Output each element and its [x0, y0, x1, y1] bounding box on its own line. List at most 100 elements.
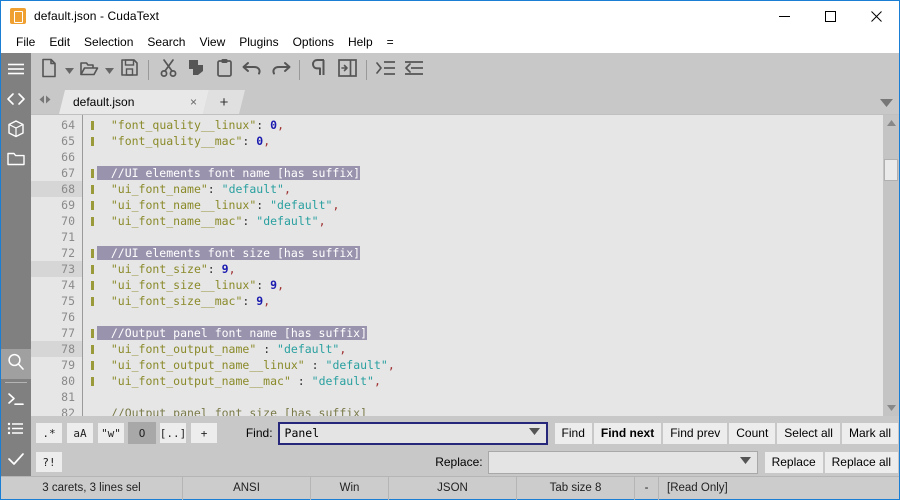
mark-all-button[interactable]: Mark all: [841, 422, 899, 445]
maximize-button[interactable]: [807, 1, 853, 31]
wrapped-search-toggle[interactable]: O: [128, 422, 156, 444]
scroll-up-button[interactable]: [883, 115, 899, 131]
code-line[interactable]: "ui_font_size__linux": 9,: [91, 277, 883, 293]
add-tab-button[interactable]: +: [203, 90, 245, 114]
sidebar-item-files[interactable]: [1, 146, 31, 176]
find-prev-button[interactable]: Find prev: [662, 422, 728, 445]
whole-words-toggle[interactable]: "w": [97, 422, 125, 444]
code-line[interactable]: "ui_font_output_name__mac" : "default",: [91, 373, 883, 389]
status-misc-flag[interactable]: -: [635, 477, 659, 500]
replace-input[interactable]: [488, 451, 758, 474]
copy-button[interactable]: [182, 56, 210, 84]
indent-increase-button[interactable]: [372, 56, 400, 84]
status-encoding[interactable]: ANSI: [183, 477, 311, 500]
tab-default-json[interactable]: default.json ×: [59, 90, 209, 114]
line-number: 66: [31, 149, 82, 165]
code-line[interactable]: "ui_font_name": "default",: [91, 181, 883, 197]
scrollbar-thumb[interactable]: [884, 159, 898, 181]
show-unprinted-button[interactable]: [305, 56, 333, 84]
menu-help[interactable]: Help: [341, 33, 380, 51]
line-number: 76: [31, 309, 82, 325]
save-file-button[interactable]: [115, 56, 143, 84]
sidebar-item-search[interactable]: [1, 349, 31, 379]
close-icon[interactable]: ×: [184, 95, 203, 109]
sidebar-item-project[interactable]: [1, 116, 31, 146]
status-lexer[interactable]: JSON: [389, 477, 517, 500]
select-all-button[interactable]: Select all: [776, 422, 841, 445]
scrollbar-track[interactable]: [883, 131, 899, 400]
new-file-button[interactable]: [35, 56, 63, 84]
vertical-scrollbar[interactable]: [883, 115, 899, 416]
line-number: 80: [31, 373, 82, 389]
code-line[interactable]: "ui_font_output_name" : "default",: [91, 341, 883, 357]
code-token: [97, 182, 111, 196]
status-tab-size[interactable]: Tab size 8: [517, 477, 635, 500]
menu-file[interactable]: File: [9, 33, 42, 51]
sidebar-item-code-tree[interactable]: [1, 86, 31, 116]
toggle-sidebar-button[interactable]: [333, 56, 361, 84]
editor-column: default.json × + 64656667686970717273747…: [31, 53, 899, 476]
sidebar-item-output[interactable]: [1, 416, 31, 446]
code-content[interactable]: "font_quality__linux": 0, "font_quality_…: [83, 115, 883, 416]
bookmark-marker: [91, 201, 94, 210]
menu-options[interactable]: Options: [286, 33, 341, 51]
code-token: "default": [326, 358, 388, 372]
sidebar-item-validate[interactable]: [1, 446, 31, 476]
menu-selection[interactable]: Selection: [77, 33, 140, 51]
close-button[interactable]: [853, 1, 899, 31]
code-line[interactable]: //UI elements font size [has suffix]: [91, 245, 883, 261]
code-line[interactable]: [91, 309, 883, 325]
code-line[interactable]: "ui_font_name__linux": "default",: [91, 197, 883, 213]
new-file-icon: [40, 58, 58, 83]
find-next-button[interactable]: Find next: [593, 422, 662, 445]
status-line-ends[interactable]: Win: [311, 477, 389, 500]
new-file-dropdown[interactable]: [63, 56, 75, 84]
confirm-replace-toggle[interactable]: ?!: [35, 451, 63, 473]
code-line[interactable]: //Output panel font name [has suffix]: [91, 325, 883, 341]
find-actions-row2: Replace Replace all: [764, 451, 899, 474]
menu-search[interactable]: Search: [140, 33, 192, 51]
replace-button[interactable]: Replace: [764, 451, 824, 474]
line-number: 64: [31, 117, 82, 133]
code-line[interactable]: //Output panel font size [has suffix]: [91, 405, 883, 416]
sidebar-item-menu[interactable]: [1, 56, 31, 86]
code-line[interactable]: "font_quality__mac": 0,: [91, 133, 883, 149]
sidebar-item-console[interactable]: [1, 386, 31, 416]
open-file-button[interactable]: [75, 56, 103, 84]
code-line[interactable]: [91, 149, 883, 165]
indent-decrease-button[interactable]: [400, 56, 428, 84]
count-button[interactable]: Count: [728, 422, 776, 445]
menu-view[interactable]: View: [192, 33, 232, 51]
text-editor[interactable]: 64656667686970717273747576777879808182 "…: [31, 115, 883, 416]
code-line[interactable]: [91, 389, 883, 405]
code-line[interactable]: "font_quality__linux": 0,: [91, 117, 883, 133]
find-input[interactable]: Panel: [278, 422, 548, 445]
menu-more[interactable]: =: [380, 33, 401, 51]
paste-button[interactable]: [210, 56, 238, 84]
code-line[interactable]: "ui_font_size": 9,: [91, 261, 883, 277]
status-caret-info[interactable]: 3 carets, 3 lines sel: [1, 477, 183, 500]
case-sensitive-toggle[interactable]: aA: [66, 422, 94, 444]
minimize-button[interactable]: [761, 1, 807, 31]
menu-plugins[interactable]: Plugins: [232, 33, 285, 51]
code-line[interactable]: "ui_font_output_name__linux" : "default"…: [91, 357, 883, 373]
code-line[interactable]: //UI elements font name [has suffix]: [91, 165, 883, 181]
open-file-dropdown[interactable]: [103, 56, 115, 84]
in-selection-toggle[interactable]: [..]: [159, 422, 187, 444]
multiline-toggle[interactable]: +: [190, 422, 218, 444]
redo-button[interactable]: [266, 56, 294, 84]
tab-menu-button[interactable]: [880, 94, 893, 112]
code-line[interactable]: "ui_font_size__mac": 9,: [91, 293, 883, 309]
cut-button[interactable]: [154, 56, 182, 84]
find-button[interactable]: Find: [554, 422, 593, 445]
code-line[interactable]: "ui_font_name__mac": "default",: [91, 213, 883, 229]
code-line[interactable]: [91, 229, 883, 245]
chevron-down-icon[interactable]: [740, 457, 755, 467]
menu-edit[interactable]: Edit: [42, 33, 77, 51]
undo-button[interactable]: [238, 56, 266, 84]
tab-nav-button[interactable]: [31, 87, 59, 114]
replace-all-button[interactable]: Replace all: [824, 451, 899, 474]
regex-toggle[interactable]: .*: [35, 422, 63, 444]
chevron-down-icon[interactable]: [529, 428, 544, 438]
scroll-down-button[interactable]: [883, 400, 899, 416]
